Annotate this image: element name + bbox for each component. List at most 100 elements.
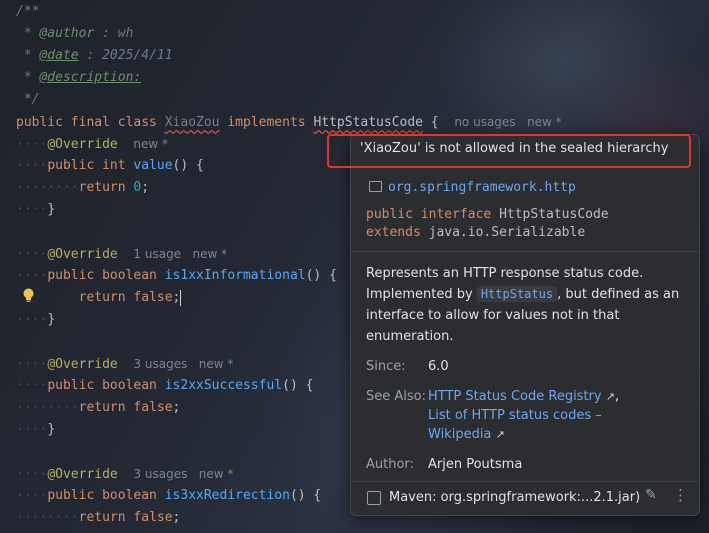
code-token: : wh bbox=[94, 26, 134, 41]
library-icon bbox=[367, 491, 381, 505]
code-line[interactable]: ········return false; bbox=[16, 397, 180, 419]
code-line[interactable]: */ bbox=[16, 89, 40, 111]
code-line[interactable]: return false; bbox=[16, 287, 182, 309]
code-token: ········ bbox=[16, 510, 79, 525]
code-token: no usages new * bbox=[454, 115, 562, 129]
code-token: is3xxRedirection bbox=[164, 488, 290, 503]
code-token: () { bbox=[305, 268, 337, 283]
code-token: public boolean bbox=[47, 268, 165, 283]
code-line[interactable]: * @description: bbox=[16, 67, 141, 89]
code-token: () { bbox=[282, 378, 314, 393]
code-token: ···· bbox=[16, 467, 48, 482]
code-token: @Override bbox=[47, 357, 118, 372]
code-token: * bbox=[16, 48, 40, 63]
code-token: public int bbox=[47, 158, 134, 173]
code-token: } bbox=[47, 422, 56, 437]
code-token: { bbox=[423, 115, 455, 130]
see-also-link-1[interactable]: HTTP Status Code Registry ↗, bbox=[428, 389, 619, 404]
code-token: is2xxSuccessful bbox=[164, 378, 283, 393]
code-line[interactable]: ········return 0; bbox=[16, 177, 149, 199]
author-label: Author: bbox=[366, 457, 414, 472]
code-token: public boolean bbox=[47, 378, 165, 393]
package-icon bbox=[369, 181, 382, 192]
code-token: ···· bbox=[16, 158, 48, 173]
httpstatus-link[interactable]: HttpStatus bbox=[476, 286, 558, 302]
code-token: @Override bbox=[47, 467, 118, 482]
more-options-icon[interactable]: ⋮ bbox=[673, 486, 688, 504]
code-token: return false bbox=[78, 290, 173, 305]
code-token: public boolean bbox=[47, 488, 165, 503]
code-line[interactable]: * @author : wh bbox=[16, 23, 134, 45]
code-token: ···· bbox=[16, 268, 48, 283]
code-token: ; bbox=[172, 510, 181, 525]
code-token: } bbox=[47, 312, 56, 327]
popup-footer: Maven: org.springframework:...2.1.jar) ✎… bbox=[351, 481, 699, 515]
external-link-icon: ↗ bbox=[495, 428, 505, 441]
code-token: @description: bbox=[39, 70, 142, 85]
code-token: @Override bbox=[47, 137, 118, 152]
code-token: ···· bbox=[16, 422, 48, 437]
code-token: @Override bbox=[47, 247, 118, 262]
code-line[interactable]: ········return false; bbox=[16, 507, 180, 529]
code-token: 3 usages new * bbox=[133, 467, 234, 481]
code-token: is1xxInformational bbox=[164, 268, 306, 283]
signature-line-1: public interface HttpStatusCode bbox=[366, 207, 609, 222]
maven-source[interactable]: Maven: org.springframework:...2.1.jar) bbox=[389, 490, 640, 505]
code-token: ···· bbox=[16, 357, 48, 372]
code-token: XiaoZou bbox=[164, 115, 220, 130]
code-line[interactable]: ····public int value() { bbox=[16, 155, 204, 177]
text-caret bbox=[180, 289, 182, 306]
code-token: ; bbox=[172, 290, 181, 305]
code-token: * bbox=[16, 70, 40, 85]
code-token: HttpStatusCode bbox=[313, 115, 424, 130]
code-line[interactable]: ····public boolean is1xxInformational() … bbox=[16, 265, 337, 287]
code-line[interactable]: ····public boolean is2xxSuccessful() { bbox=[16, 375, 313, 397]
code-line[interactable]: ····} bbox=[16, 199, 55, 221]
code-line[interactable]: ····@Override 1 usage new * bbox=[16, 243, 227, 265]
code-token: @date bbox=[39, 48, 79, 63]
since-label: Since: bbox=[366, 359, 406, 374]
code-line[interactable]: ····public boolean is3xxRedirection() { bbox=[16, 485, 321, 507]
since-value: 6.0 bbox=[428, 359, 449, 374]
code-line[interactable]: public final class XiaoZou implements Ht… bbox=[16, 111, 562, 133]
code-token: ; bbox=[141, 180, 150, 195]
code-token: return bbox=[78, 180, 134, 195]
package-link[interactable]: org.springframework.http bbox=[369, 180, 576, 195]
error-message: 'XiaoZou' is not allowed in the sealed h… bbox=[360, 141, 669, 156]
code-token: public final class bbox=[16, 115, 165, 130]
code-token: () { bbox=[172, 158, 204, 173]
code-token: } bbox=[47, 202, 56, 217]
lightbulb-icon[interactable] bbox=[22, 288, 35, 303]
code-token: ········ bbox=[16, 400, 79, 415]
author-value: Arjen Poutsma bbox=[428, 457, 523, 472]
signature-line-2: extends java.io.Serializable bbox=[366, 225, 586, 240]
code-token: return false bbox=[78, 400, 173, 415]
description: Represents an HTTP response status code.… bbox=[366, 266, 680, 344]
see-also-link-3[interactable]: Wikipedia ↗ bbox=[428, 427, 505, 442]
code-line[interactable]: ····@Override 3 usages new * bbox=[16, 353, 233, 375]
code-token: () { bbox=[289, 488, 322, 503]
code-token: ···· bbox=[16, 378, 48, 393]
code-line[interactable]: /** bbox=[16, 1, 39, 23]
code-token: ········ bbox=[16, 180, 79, 195]
edit-icon[interactable]: ✎ bbox=[645, 487, 657, 503]
code-token: return false bbox=[78, 510, 173, 525]
code-line[interactable]: ····} bbox=[16, 419, 55, 441]
code-line[interactable]: ····@Override 3 usages new * bbox=[16, 463, 233, 485]
code-token: ···· bbox=[16, 488, 48, 503]
code-token: * bbox=[16, 26, 40, 41]
code-line[interactable]: ····} bbox=[16, 309, 55, 331]
code-line[interactable]: * @date : 2025/4/11 bbox=[16, 45, 173, 67]
code-token: implements bbox=[219, 115, 314, 130]
code-line[interactable]: ····@Override new * bbox=[16, 133, 168, 155]
external-link-icon: ↗ bbox=[605, 390, 615, 403]
code-token: @author bbox=[39, 26, 95, 41]
code-token: ···· bbox=[16, 312, 48, 327]
code-token: ···· bbox=[16, 137, 48, 152]
see-also-link-2[interactable]: List of HTTP status codes – bbox=[428, 408, 602, 423]
see-also-label: See Also: bbox=[366, 389, 426, 404]
